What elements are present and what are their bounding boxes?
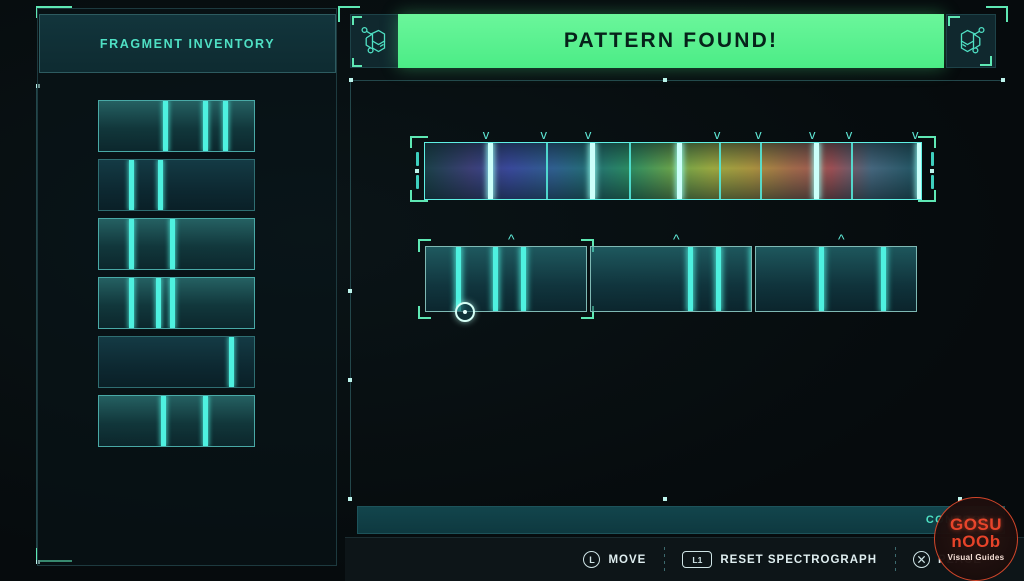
spectrograph-absorption-line	[487, 143, 493, 199]
watermark-logo: GOSU nOOb Visual Guides	[934, 497, 1018, 581]
slot-fragment-line	[688, 247, 693, 311]
inventory-fragment-5[interactable]	[98, 336, 255, 388]
fragment-line	[161, 396, 166, 446]
action-move-label: MOVE	[608, 553, 647, 566]
fragment-line	[170, 219, 175, 269]
inventory-fragment-4[interactable]	[98, 277, 255, 329]
fragment-line	[203, 396, 208, 446]
action-bar: LMOVEL1RESET SPECTROGRAPHPLACE	[345, 537, 1024, 581]
molecule-icon-right-container	[946, 14, 996, 68]
fragment-line	[129, 160, 134, 210]
spectro-tick-right-upper	[931, 152, 934, 166]
spectrograph-divider	[545, 143, 548, 199]
spectrograph-absorption-line	[677, 143, 683, 199]
status-banner: PATTERN FOUND!	[398, 14, 944, 68]
action-reset-spectrograph-label: RESET SPECTROGRAPH	[720, 553, 878, 566]
inventory-fragment-1[interactable]	[98, 100, 255, 152]
fragment-line	[156, 278, 161, 328]
spectrograph-marker-chevron: v	[845, 127, 853, 142]
spectrograph-marker-chevron: v	[808, 127, 816, 142]
fragment-inventory-header: FRAGMENT INVENTORY	[39, 14, 336, 73]
watermark-line-1: GOSU	[949, 515, 1003, 535]
slot-fragment-line	[819, 247, 824, 311]
spectro-tick-right-mid	[930, 169, 934, 173]
spectrograph-divider	[850, 143, 853, 199]
inventory-fragment-6[interactable]	[98, 395, 255, 447]
slot-fragment-line	[751, 247, 752, 311]
spectrograph-marker-chevron: v	[755, 127, 762, 142]
spectro-tick-left-upper	[416, 152, 419, 166]
button-glyph-cross-icon	[913, 551, 931, 568]
fragment-line	[158, 160, 163, 210]
spectrograph-marker-chevron: v	[482, 127, 490, 142]
control-strip: CONTROL	[357, 506, 1005, 534]
molecule-icon	[960, 26, 985, 54]
spectrograph-marker-chevron: v	[584, 127, 592, 142]
fragment-slot-3[interactable]	[755, 246, 917, 312]
spectrograph-marker-chevron: v	[713, 127, 721, 142]
spectrograph-divider	[760, 143, 763, 199]
watermark-line-2: nOOb	[951, 532, 1001, 552]
watermark-line-3: Visual Guides	[947, 552, 1005, 562]
spectrograph-marker-chevron: v	[540, 127, 548, 142]
slot-fragment-line	[493, 247, 498, 311]
spectrograph-display[interactable]	[424, 142, 922, 200]
slot-marker-chevron: ^	[838, 231, 845, 247]
slot-fragment-line	[521, 247, 526, 311]
spectrograph-divider	[718, 143, 721, 199]
fragment-line	[129, 278, 134, 328]
slot-fragment-line	[716, 247, 721, 311]
slot-marker-chevron: ^	[508, 231, 515, 247]
button-glyph-circle-icon: L	[583, 551, 601, 568]
fragment-slot-2[interactable]	[590, 246, 752, 312]
cursor-indicator[interactable]	[455, 302, 475, 322]
fragment-line	[223, 101, 228, 151]
slot-fragment-line	[456, 247, 461, 311]
spectro-tick-left-lower	[416, 175, 419, 189]
spectrograph-marker-chevron: v	[912, 127, 919, 142]
fragment-slot-1[interactable]	[425, 246, 587, 312]
slot-marker-chevron: ^	[673, 231, 680, 247]
slot-fragment-line	[881, 247, 886, 311]
molecule-icon-left-container	[350, 14, 400, 68]
spectro-tick-right-lower	[931, 175, 934, 189]
spectrograph-absorption-line	[917, 143, 921, 199]
button-glyph-shoulder-icon: L1	[682, 551, 713, 568]
action-reset-spectrograph[interactable]: L1 RESET SPECTROGRAPH	[664, 545, 895, 575]
status-banner-text: PATTERN FOUND!	[563, 29, 779, 52]
spectrograph-divider	[629, 143, 632, 199]
fragment-line	[203, 101, 208, 151]
fragment-line	[229, 337, 234, 387]
spectrograph-absorption-line	[589, 143, 595, 199]
game-screen: FRAGMENT INVENTORY PATTERN FOUND! v v v …	[0, 0, 1024, 581]
spectro-tick-left-mid	[415, 169, 419, 173]
inventory-fragment-2[interactable]	[98, 159, 255, 211]
action-move[interactable]: L MOVE	[565, 545, 664, 575]
fragment-line	[170, 278, 175, 328]
spectrograph-absorption-line	[813, 143, 819, 199]
fragment-inventory-title: FRAGMENT INVENTORY	[99, 36, 276, 51]
molecule-icon	[361, 26, 386, 54]
fragment-line	[129, 219, 134, 269]
fragment-line	[163, 101, 168, 151]
spectrograph-container: vvvvvvvv	[410, 128, 940, 210]
inventory-fragment-3[interactable]	[98, 218, 255, 270]
fragment-list	[98, 100, 255, 454]
